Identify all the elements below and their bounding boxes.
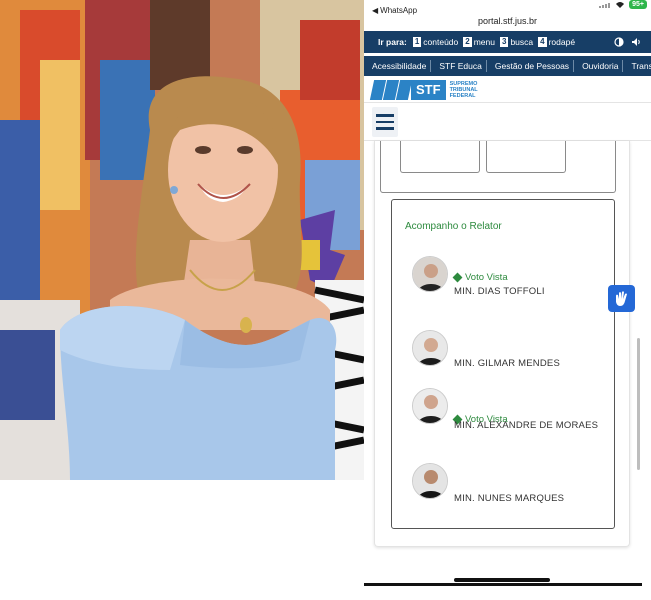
back-arrow-icon: ◀ bbox=[372, 6, 379, 15]
battery-badge: 95+ bbox=[629, 0, 647, 9]
minister-item[interactable]: Voto Vista MIN. ALEXANDRE DE MORAES bbox=[412, 388, 612, 431]
minister-item[interactable]: Voto Vista MIN. DIAS TOFFOLI bbox=[412, 256, 612, 297]
back-to-app-link[interactable]: ◀ WhatsApp bbox=[372, 6, 417, 15]
portrait-photo bbox=[0, 0, 364, 480]
topnav-people-management[interactable]: Gestão de Pessoas bbox=[487, 60, 575, 72]
portrait-illustration bbox=[0, 0, 364, 480]
previous-section-box bbox=[380, 141, 616, 193]
accessibility-toggles bbox=[610, 37, 641, 47]
relator-title: Acompanho o Relator bbox=[405, 221, 502, 232]
minister-item[interactable]: MIN. NUNES MARQUES bbox=[412, 463, 612, 504]
minister-name: MIN. GILMAR MENDES bbox=[454, 358, 560, 369]
skip-link-footer[interactable]: 4 rodapé bbox=[538, 37, 575, 47]
minister-name: MIN. ALEXANDRE DE MORAES bbox=[454, 420, 599, 431]
avatar bbox=[412, 256, 448, 292]
skip-link-search[interactable]: 3 busca bbox=[499, 37, 534, 47]
skip-link-menu[interactable]: 2 menu bbox=[463, 37, 495, 47]
screenshot-root: ◀ WhatsApp 95+ portal.stf.jus.br Ir para… bbox=[0, 0, 651, 600]
voto-label: Voto Vista bbox=[465, 272, 508, 283]
diamond-icon bbox=[452, 272, 463, 283]
scrollbar[interactable] bbox=[637, 338, 640, 470]
stf-logo-mark bbox=[369, 79, 413, 100]
skip-link-label: rodapé bbox=[548, 37, 576, 47]
top-navigation: Acessibilidade STF Educa Gestão de Pesso… bbox=[364, 56, 651, 76]
topnav-accessibility[interactable]: Acessibilidade bbox=[364, 60, 432, 72]
url-text: portal.stf.jus.br bbox=[477, 16, 538, 26]
minister-item[interactable]: MIN. GILMAR MENDES bbox=[412, 330, 612, 370]
skip-links-bar: Ir para: 1 conteúdo 2 menu 3 busca 4 rod… bbox=[364, 31, 651, 53]
skip-link-label: menu bbox=[473, 37, 495, 47]
home-indicator[interactable] bbox=[454, 578, 550, 582]
topnav-stf-educa[interactable]: STF Educa bbox=[431, 60, 487, 72]
skip-link-label: conteúdo bbox=[423, 37, 459, 47]
wifi-icon bbox=[616, 2, 625, 8]
relator-panel: Acompanho o Relator Voto Vista MIN. DIAS… bbox=[391, 199, 615, 529]
browser-url-bar[interactable]: portal.stf.jus.br bbox=[364, 16, 651, 30]
contrast-icon[interactable] bbox=[614, 37, 624, 47]
skip-key: 3 bbox=[499, 37, 509, 47]
skip-link-content[interactable]: 1 conteúdo bbox=[412, 37, 459, 47]
topnav-ombudsman[interactable]: Ouvidoria bbox=[574, 60, 624, 72]
placeholder-box bbox=[400, 141, 480, 173]
voto-vista-tag: Voto Vista bbox=[452, 272, 508, 283]
minister-name: MIN. NUNES MARQUES bbox=[454, 493, 565, 504]
logo-line: TRIBUNAL bbox=[449, 86, 478, 93]
stf-logo[interactable]: STF bbox=[411, 79, 446, 100]
brand-bar: STF SUPREMO TRIBUNAL FEDERAL bbox=[364, 77, 651, 103]
avatar bbox=[412, 330, 448, 366]
skip-key: 2 bbox=[463, 37, 472, 47]
libras-hands-icon[interactable] bbox=[608, 285, 635, 312]
hamburger-menu-icon[interactable] bbox=[372, 107, 398, 137]
placeholder-box bbox=[486, 141, 566, 173]
status-indicators: 95+ bbox=[599, 0, 647, 9]
back-app-label: WhatsApp bbox=[380, 6, 418, 15]
skip-key: 4 bbox=[538, 37, 547, 47]
skip-label: Ir para: bbox=[378, 37, 407, 47]
logo-line: FEDERAL bbox=[449, 92, 476, 99]
logo-line: SUPREMO bbox=[449, 80, 478, 87]
avatar bbox=[412, 463, 448, 499]
skip-link-label: busca bbox=[510, 37, 534, 47]
avatar bbox=[412, 388, 448, 424]
minister-name: MIN. DIAS TOFFOLI bbox=[454, 286, 545, 297]
phone-screen: ◀ WhatsApp 95+ portal.stf.jus.br Ir para… bbox=[364, 0, 651, 600]
sound-icon[interactable] bbox=[631, 37, 641, 47]
ios-status-bar: ◀ WhatsApp 95+ bbox=[364, 0, 651, 16]
bottom-divider bbox=[364, 583, 642, 586]
menu-bar bbox=[364, 103, 651, 141]
topnav-transparency[interactable]: Transpar bbox=[623, 60, 651, 72]
signal-icon bbox=[599, 2, 611, 8]
stf-logo-text: SUPREMO TRIBUNAL FEDERAL bbox=[450, 81, 478, 99]
skip-key: 1 bbox=[412, 37, 422, 47]
